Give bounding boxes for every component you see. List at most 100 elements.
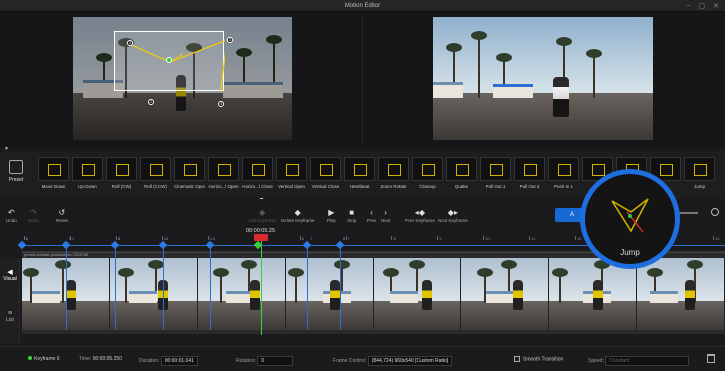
preset-label: Pull Out 1 bbox=[485, 184, 506, 189]
delete-icon[interactable] bbox=[707, 354, 715, 363]
path-point[interactable]: 3 bbox=[127, 40, 133, 46]
path-point[interactable]: 4 bbox=[218, 101, 224, 107]
preset-item[interactable]: Roll (CCW) bbox=[140, 157, 171, 189]
ruler-tick-label: 1 bbox=[71, 236, 75, 241]
speed-select[interactable]: Constant bbox=[605, 356, 690, 366]
add-keyframe-icon: ◆ bbox=[259, 208, 266, 217]
ruler-tick bbox=[299, 236, 301, 240]
keyframe-guide bbox=[115, 246, 116, 330]
preset-thumbnail bbox=[412, 157, 443, 181]
prev-keyframe-button[interactable]: ◂◆ Prev Keyframe bbox=[405, 208, 435, 223]
preset-item[interactable]: Move Down bbox=[38, 157, 69, 189]
play-button[interactable]: ▶ Play bbox=[327, 208, 336, 223]
ruler-tick-label: 10 bbox=[485, 236, 490, 241]
path-point[interactable]: 2 bbox=[148, 99, 154, 105]
playhead-line bbox=[261, 241, 262, 335]
prev-button[interactable]: ‹ Prev bbox=[367, 208, 376, 223]
delete-keyframe-icon: ◆ bbox=[294, 208, 301, 217]
duration-input[interactable]: 00:00:01.041 bbox=[160, 356, 198, 366]
preset-thumbnail bbox=[480, 157, 511, 181]
preset-item[interactable]: Horizo...l Open bbox=[208, 157, 239, 189]
delete-keyframe-button[interactable]: ◆ Delete Keyframe bbox=[281, 208, 315, 223]
list-tab[interactable]: ≡ List bbox=[0, 310, 20, 323]
ruler-tick bbox=[391, 236, 393, 240]
add-keyframe-button[interactable]: ◆ Add Keyframe bbox=[248, 208, 277, 223]
keyframe-number: 2 bbox=[69, 236, 72, 241]
preset-thumbnail bbox=[208, 157, 239, 181]
preset-thumbnail bbox=[378, 157, 409, 181]
smooth-transition-checkbox[interactable]: Smooth Transition bbox=[514, 356, 563, 362]
preset-item[interactable]: Pull Out 2 bbox=[514, 157, 545, 189]
keyframe-properties-bar: Keyframe 6 Time: 00:00:05.250 Duration: … bbox=[0, 346, 725, 371]
title-bar: Motion Editor – ▢ ✕ bbox=[0, 0, 725, 12]
playhead-marker[interactable] bbox=[254, 234, 268, 241]
next-button[interactable]: › Next bbox=[381, 208, 390, 223]
next-keyframe-button[interactable]: ◆▸ Next Keyframe bbox=[438, 208, 468, 223]
preset-item[interactable]: Roll (CW) bbox=[106, 157, 137, 189]
preset-thumbnail bbox=[548, 157, 579, 181]
preset-item[interactable]: Vertical Open bbox=[276, 157, 307, 189]
keyframe-guide bbox=[66, 246, 67, 330]
preset-label: Move Down bbox=[41, 184, 66, 189]
ruler-tick-label: 15 bbox=[715, 236, 720, 241]
time-value: 00:00:05.250 bbox=[92, 356, 122, 362]
preset-item[interactable]: Horizo...l Close bbox=[242, 157, 273, 189]
next-icon: › bbox=[384, 208, 387, 217]
path-point[interactable]: 3 bbox=[227, 37, 233, 43]
preset-label: Quake bbox=[454, 184, 469, 189]
preset-label: Horizo...l Close bbox=[242, 184, 273, 189]
maximize-icon[interactable]: ▢ bbox=[699, 2, 706, 10]
preset-thumbnail bbox=[38, 157, 69, 181]
preset-button[interactable]: Preset bbox=[3, 160, 29, 183]
preset-item[interactable]: Vertical Close bbox=[310, 157, 341, 189]
preset-item[interactable]: Cinematic Open bbox=[174, 157, 205, 189]
frame-control-input[interactable]: (844,724) 960x540 [Custom Ratio] bbox=[367, 356, 453, 366]
undo-button[interactable]: ↶ Undo bbox=[6, 208, 17, 223]
preset-thumbnail bbox=[446, 157, 477, 181]
keyframe-number: 1 bbox=[25, 236, 28, 241]
preview-area: 3 3 4 2 bbox=[0, 12, 725, 148]
crop-frame[interactable]: 3 3 bbox=[114, 31, 233, 92]
ruler-tick bbox=[437, 236, 439, 240]
ruler-tick bbox=[161, 236, 163, 240]
preset-item[interactable]: Heartbeat bbox=[344, 157, 375, 189]
preset-label: Heartbeat bbox=[349, 184, 370, 189]
preset-thumbnail bbox=[514, 157, 545, 181]
preset-item[interactable]: Up-Down bbox=[72, 157, 103, 189]
keyframe-number: 5 bbox=[213, 236, 216, 241]
center-point[interactable] bbox=[166, 57, 172, 63]
close-icon[interactable]: ✕ bbox=[713, 2, 719, 10]
preset-thumbnail bbox=[140, 157, 171, 181]
preset-thumbnail bbox=[72, 157, 103, 181]
minimize-icon[interactable]: – bbox=[687, 2, 691, 10]
ruler-tick-label: 8 bbox=[393, 236, 396, 241]
stop-button[interactable]: ■ Stop bbox=[347, 208, 356, 223]
preset-item[interactable]: Zoom Rotate bbox=[378, 157, 409, 189]
preset-item[interactable]: Pull Out 1 bbox=[480, 157, 511, 189]
preset-item[interactable]: Quake bbox=[446, 157, 477, 189]
preset-label: Up-Down bbox=[78, 184, 97, 189]
preset-label: Vertical Open bbox=[277, 184, 305, 189]
visual-tab[interactable]: ◀ Visual bbox=[0, 268, 20, 282]
ruler-tick bbox=[345, 236, 347, 240]
preset-item[interactable]: Push In 1 bbox=[548, 157, 579, 189]
preset-thumbnail bbox=[276, 157, 307, 181]
preset-label: Cinematic Open bbox=[174, 184, 205, 189]
preset-thumbnail bbox=[310, 157, 341, 181]
clip-thumbnails[interactable] bbox=[22, 258, 725, 330]
list-icon: ≡ bbox=[7, 310, 13, 317]
preset-item[interactable]: Jump bbox=[684, 157, 715, 189]
preset-thumbnail bbox=[106, 157, 137, 181]
rotation-input[interactable]: 0 bbox=[257, 356, 294, 366]
preset-item[interactable]: Closeup bbox=[412, 157, 443, 189]
reset-button[interactable]: ↺ Reset bbox=[56, 208, 68, 223]
preset-label: Roll (CCW) bbox=[144, 184, 167, 189]
clip-frame bbox=[637, 258, 725, 330]
settings-icon[interactable] bbox=[711, 208, 719, 216]
source-preview[interactable]: 3 3 4 2 bbox=[73, 17, 292, 140]
keyframe-guide bbox=[163, 246, 164, 330]
keyframe-indicator: Keyframe 6 bbox=[28, 356, 60, 362]
stop-icon: ■ bbox=[349, 208, 355, 217]
redo-button[interactable]: ↷ Redo bbox=[28, 208, 39, 223]
preset-thumbnail bbox=[174, 157, 205, 181]
